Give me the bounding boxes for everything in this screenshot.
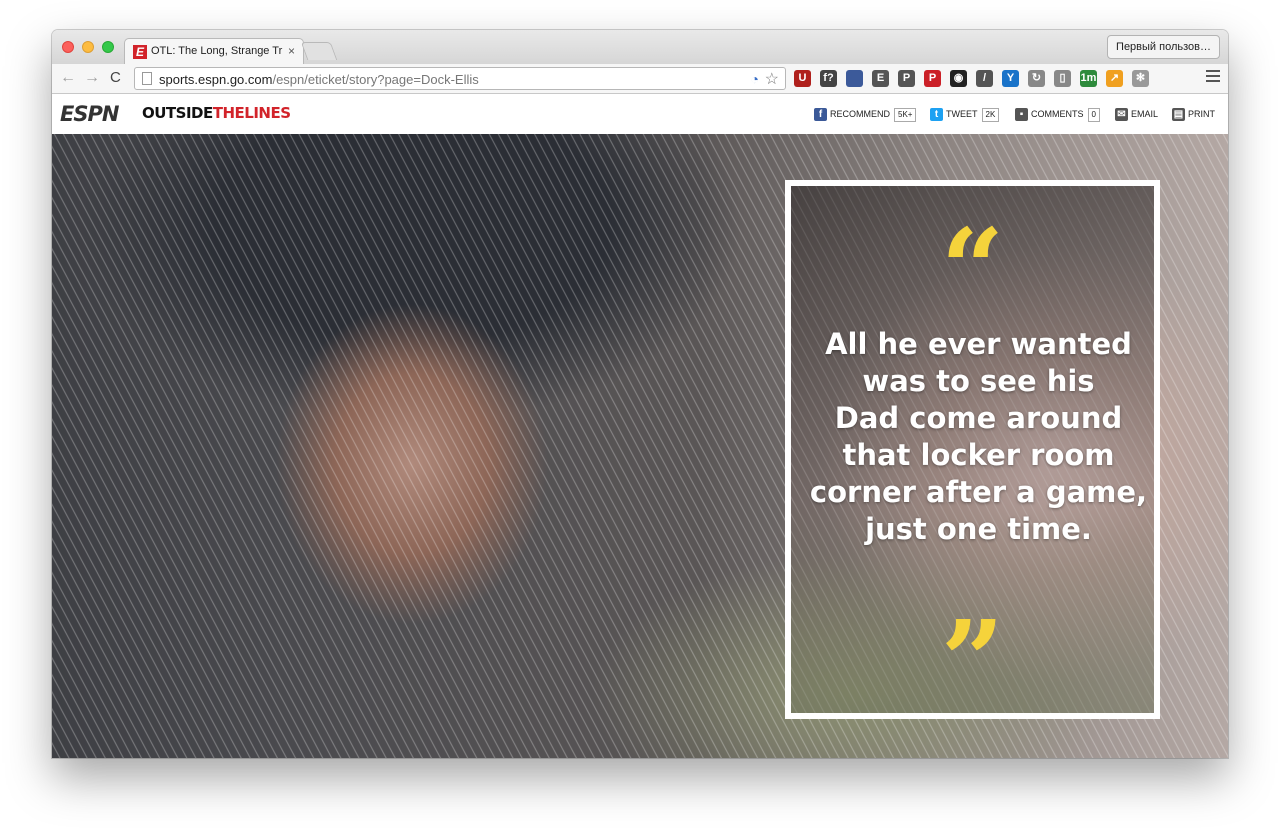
tweet-count: 2K (981, 107, 1000, 122)
pocket-icon[interactable]: P (898, 70, 915, 87)
browser-window: E OTL: The Long, Strange Tr × Первый пол… (52, 30, 1228, 758)
open-quote-icon: “ (940, 204, 1005, 333)
email-label: EMAIL (1131, 109, 1159, 119)
comments-label: COMMENTS (1031, 109, 1084, 119)
tweet-button[interactable]: t TWEET 2K (930, 106, 1000, 122)
hero-image: “ All he ever wanted was to see his Dad … (52, 134, 1228, 758)
tab-title: OTL: The Long, Strange Tr (151, 45, 283, 57)
bookmark-star-icon[interactable]: ☆ (765, 69, 779, 89)
comments-button[interactable]: ▪ COMMENTS 0 (1015, 106, 1100, 122)
tab-strip: E OTL: The Long, Strange Tr × Первый пол… (52, 30, 1228, 64)
recommend-count: 5K+ (894, 107, 917, 122)
site-header: ESPN OUTSIDETHELINES f RECOMMEND 5K+ t TWEE… (52, 94, 1228, 134)
facebook-icon: f (814, 108, 827, 122)
print-button[interactable]: ▤ PRINT (1172, 106, 1215, 122)
y-icon[interactable]: Y (1002, 70, 1019, 87)
page-icon (142, 72, 152, 85)
browser-toolbar: ← → C sports.espn.go.com/espn/eticket/st… (52, 64, 1228, 94)
font-icon[interactable]: f? (820, 70, 837, 87)
window-minimize-button[interactable] (82, 41, 94, 53)
pull-quote: “ All he ever wanted was to see his Dad … (785, 180, 1160, 719)
quote-line: was to see his (862, 364, 1095, 398)
envelope-icon: ✉ (1115, 108, 1128, 122)
twitter-icon: t (930, 108, 943, 122)
camera-icon[interactable]: ◉ (950, 70, 967, 87)
close-quote-icon: ” (940, 596, 1005, 725)
otl-logo-the: THE (212, 104, 245, 122)
print-label: PRINT (1188, 109, 1215, 119)
evernote-icon[interactable]: E (872, 70, 889, 87)
comments-count: 0 (1087, 107, 1100, 122)
new-tab-button[interactable] (300, 42, 338, 60)
quote-line: that locker room (842, 438, 1115, 472)
printer-icon: ▤ (1172, 108, 1185, 122)
url-domain: sports.espn.go.com (159, 72, 273, 87)
eyedropper-icon[interactable]: / (976, 70, 993, 87)
forward-button[interactable]: → (84, 69, 100, 87)
quote-line: All he ever wanted (825, 327, 1132, 361)
url-path: /espn/eticket/story?page=Dock-Ellis (272, 72, 479, 87)
otl-logo[interactable]: OUTSIDETHELINES (142, 104, 291, 122)
profile-button[interactable]: Первый пользов… (1107, 35, 1220, 59)
reader-icon[interactable]: ▯ (1054, 70, 1071, 87)
quote-line: just one time. (865, 512, 1092, 546)
flag-icon[interactable] (846, 70, 863, 87)
pinterest-icon[interactable]: P (924, 70, 941, 87)
back-button[interactable]: ← (60, 69, 76, 87)
espn-favicon-icon: E (133, 45, 147, 59)
recommend-button[interactable]: f RECOMMEND 5K+ (814, 106, 917, 122)
tab-close-icon[interactable]: × (288, 44, 295, 58)
menu-icon[interactable] (1206, 70, 1220, 85)
address-bar[interactable]: sports.espn.go.com/espn/eticket/story?pa… (134, 67, 786, 90)
quote-line: corner after a game, (809, 475, 1148, 509)
otl-logo-lines: LINES (244, 104, 291, 122)
espn-logo[interactable]: ESPN (60, 102, 119, 126)
url-text[interactable]: sports.espn.go.com/espn/eticket/story?pa… (159, 72, 479, 87)
email-button[interactable]: ✉ EMAIL (1115, 106, 1158, 122)
recommend-label: RECOMMEND (830, 109, 890, 119)
tweet-label: TWEET (946, 109, 978, 119)
window-close-button[interactable] (62, 41, 74, 53)
wifi-ext-icon[interactable]: ◔ (751, 71, 759, 87)
otl-logo-outside: OUTSIDE (142, 104, 213, 122)
analytics-icon[interactable]: ↗ (1106, 70, 1123, 87)
timer-icon[interactable]: 1m (1080, 70, 1097, 87)
ublock-icon[interactable]: U (794, 70, 811, 87)
paw-icon[interactable]: ✻ (1132, 70, 1149, 87)
reload-button[interactable]: C (110, 69, 121, 86)
comment-icon: ▪ (1015, 108, 1028, 122)
refresh-ext-icon[interactable]: ↻ (1028, 70, 1045, 87)
tab-active[interactable]: E OTL: The Long, Strange Tr × (124, 38, 304, 64)
quote-text: All he ever wanted was to see his Dad co… (801, 326, 1156, 548)
quote-line: Dad come around (834, 401, 1123, 435)
window-maximize-button[interactable] (102, 41, 114, 53)
